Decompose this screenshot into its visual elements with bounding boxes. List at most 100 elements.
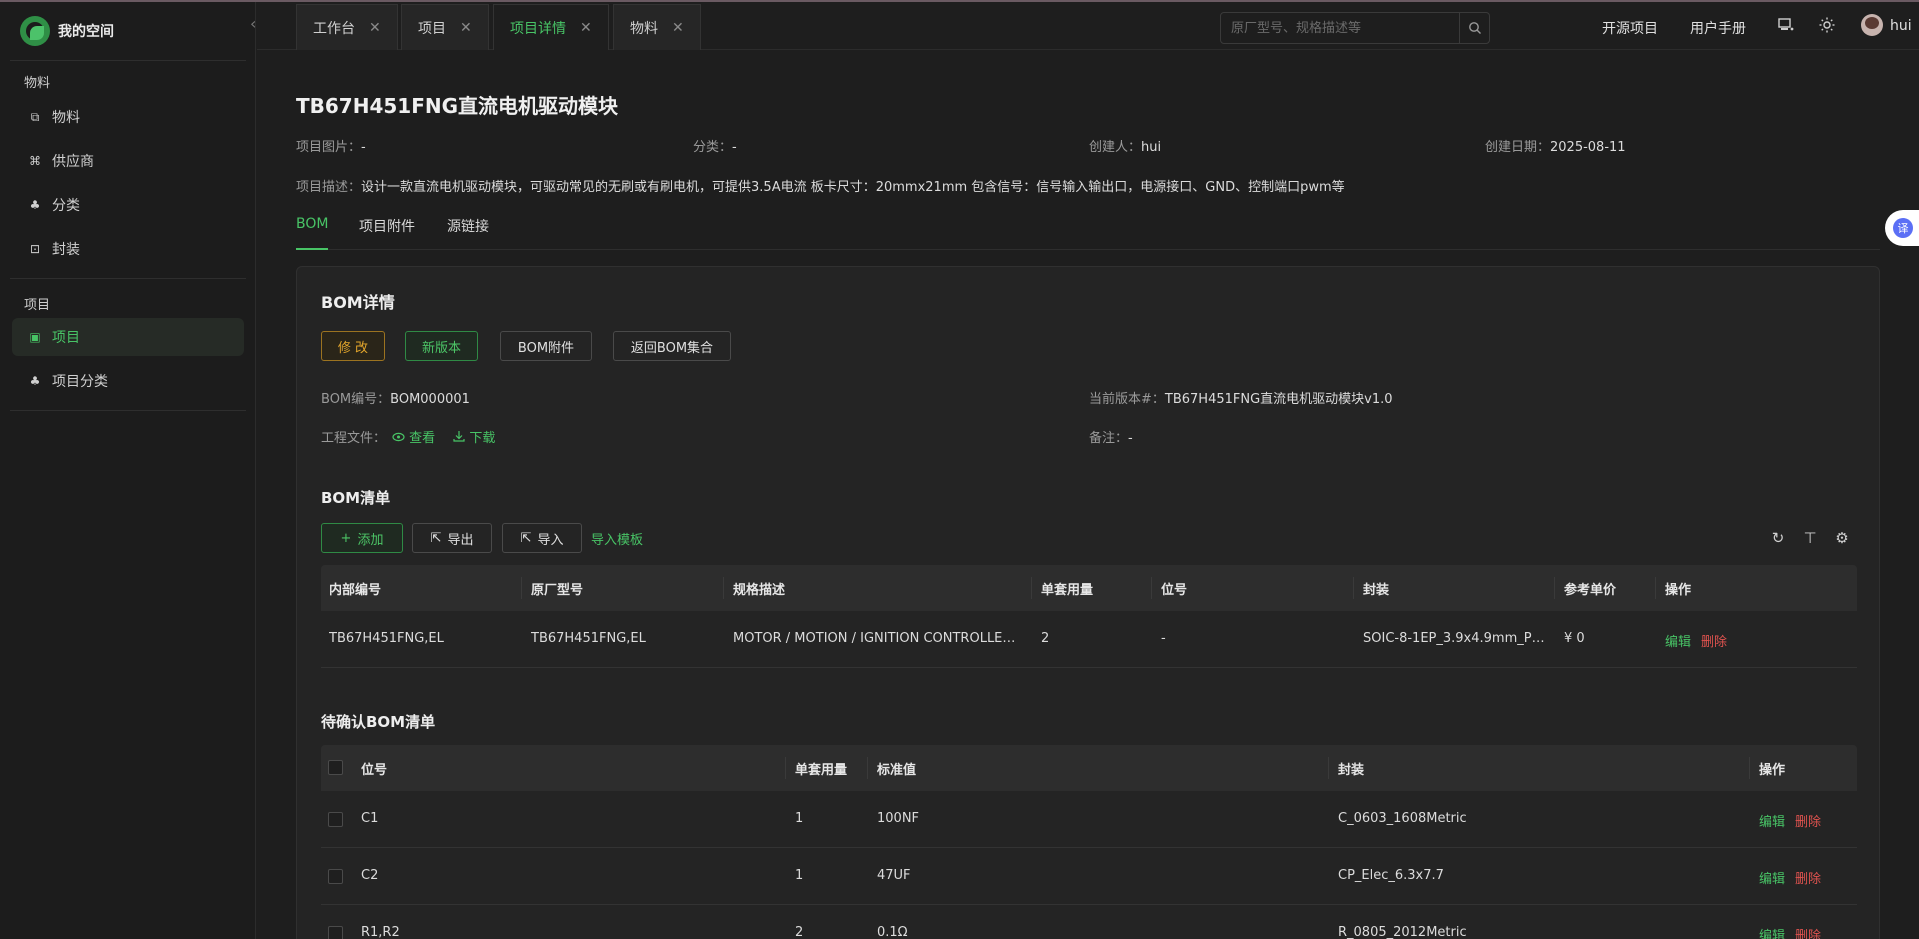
sidebar-item-supplier[interactable]: ⌘ 供应商	[12, 142, 244, 180]
edit-link[interactable]: 编辑	[1759, 925, 1785, 939]
delete-link[interactable]: 删除	[1795, 925, 1821, 939]
th-designator: 位号	[1161, 583, 1188, 598]
import-icon: ⇱	[520, 530, 532, 546]
column-height-icon[interactable]: ⊤	[1801, 529, 1819, 547]
close-icon[interactable]: ✕	[672, 20, 684, 36]
sidebar-collapse-icon[interactable]: ‹	[250, 14, 256, 33]
table-row: C1 1 100NF C_0603_1608Metric 编辑 删除	[321, 791, 1857, 848]
edit-bom-button[interactable]: 修 改	[321, 331, 385, 361]
tab-material[interactable]: 物料 ✕	[613, 4, 701, 50]
tab-project[interactable]: 项目 ✕	[401, 4, 489, 50]
cell-standard-value: 0.1Ω	[877, 925, 908, 939]
desc-key: 项目描述：	[296, 180, 362, 195]
th-actions: 操作	[1665, 583, 1692, 598]
cell-quantity: 1	[795, 868, 804, 883]
cell-package: C_0603_1608Metric	[1338, 811, 1467, 826]
column-separator	[1749, 757, 1750, 779]
cell-quantity: 2	[1041, 631, 1050, 646]
close-icon[interactable]: ✕	[580, 20, 592, 36]
internal-code-link[interactable]: TB67H451FNG,EL	[329, 631, 514, 646]
sidebar-item-category[interactable]: ♣ 分类	[12, 186, 244, 224]
copy-icon: ⧉	[30, 110, 40, 124]
close-icon[interactable]: ✕	[369, 20, 381, 36]
edit-link[interactable]: 编辑	[1665, 631, 1691, 650]
column-separator	[1655, 577, 1656, 599]
delete-link[interactable]: 删除	[1795, 811, 1821, 830]
row-checkbox[interactable]	[328, 812, 343, 827]
user-name[interactable]: hui	[1890, 18, 1912, 34]
sidebar-divider	[10, 410, 246, 411]
search-button[interactable]	[1459, 13, 1489, 43]
meta-key: 项目图片：	[296, 140, 362, 155]
tab-label: 项目	[418, 20, 446, 37]
bom-note-key: 备注：	[1089, 431, 1129, 446]
tab-source-links[interactable]: 源链接	[447, 216, 489, 250]
open-source-projects-link[interactable]: 开源项目	[1602, 18, 1658, 38]
bom-detail-title: BOM详情	[321, 293, 395, 312]
user-manual-link[interactable]: 用户手册	[1690, 18, 1746, 38]
add-label: 添加	[357, 532, 384, 548]
tab-bom[interactable]: BOM	[296, 216, 329, 250]
sidebar-divider	[10, 278, 246, 279]
download-label: 下载	[469, 431, 496, 446]
cell-spec: MOTOR / MOTION / IGNITION CONTROLLER...	[733, 631, 1023, 646]
download-files-link[interactable]: 下载	[453, 427, 495, 446]
bom-attachments-button[interactable]: BOM附件	[500, 331, 592, 361]
settings-gear-icon[interactable]: ⚙	[1833, 529, 1851, 547]
tab-label: 工作台	[313, 20, 355, 37]
row-checkbox[interactable]	[328, 869, 343, 884]
sidebar-item-project-category[interactable]: ♣ 项目分类	[12, 362, 244, 400]
sidebar-item-label: 项目	[52, 330, 80, 346]
close-icon[interactable]: ✕	[460, 20, 472, 36]
bom-version-value: TB67H451FNG直流电机驱动模块v1.0	[1164, 392, 1393, 407]
new-version-button[interactable]: 新版本	[405, 331, 478, 361]
sub-tabs: BOM 项目附件 源链接	[296, 216, 1880, 250]
cell-price: ¥ 0	[1564, 631, 1585, 646]
sidebar-item-project[interactable]: ▣ 项目	[12, 318, 244, 356]
import-button[interactable]: ⇱ 导入	[502, 523, 582, 553]
bom-code-key: BOM编号：	[321, 392, 391, 407]
sidebar-item-package[interactable]: ⊡ 封装	[12, 230, 244, 268]
tab-project-detail[interactable]: 项目详情 ✕	[493, 4, 609, 50]
desc-value: 设计一款直流电机驱动模块，可驱动常见的无刷或有刷电机，可提供3.5A电流 板卡尺…	[361, 180, 1345, 195]
back-to-bom-collection-button[interactable]: 返回BOM集合	[613, 331, 731, 361]
sidebar-item-material[interactable]: ⧉ 物料	[12, 98, 244, 136]
import-template-link[interactable]: 导入模板	[591, 529, 643, 548]
translate-float-button[interactable]: 译	[1885, 210, 1919, 246]
view-label: 查看	[409, 431, 436, 446]
search-input[interactable]	[1221, 13, 1459, 43]
sidebar-item-label: 封装	[52, 242, 80, 258]
sidebar-item-label: 分类	[52, 198, 80, 214]
meta-value: -	[732, 140, 737, 155]
delete-link[interactable]: 删除	[1701, 631, 1727, 650]
brand[interactable]: 我的空间	[20, 16, 114, 46]
add-bom-item-button[interactable]: + 添加	[321, 523, 403, 553]
export-button[interactable]: ⇱ 导出	[412, 523, 492, 553]
export-label: 导出	[447, 532, 474, 548]
cell-quantity: 1	[795, 811, 804, 826]
edit-link[interactable]: 编辑	[1759, 811, 1785, 830]
view-files-link[interactable]: 查看	[392, 427, 435, 446]
select-all-checkbox[interactable]	[328, 760, 343, 775]
screen-icon[interactable]	[1777, 16, 1795, 34]
edit-link[interactable]: 编辑	[1759, 868, 1785, 887]
column-separator	[723, 577, 724, 599]
cell-designator: R1,R2	[361, 925, 400, 939]
refresh-icon[interactable]: ↻	[1769, 529, 1787, 547]
meta-key: 创建人：	[1089, 140, 1142, 155]
sidebar-group-title-material: 物料	[24, 76, 51, 91]
theme-sun-icon[interactable]	[1818, 16, 1836, 34]
row-checkbox[interactable]	[328, 926, 343, 939]
tab-project-attachments[interactable]: 项目附件	[359, 216, 415, 250]
bom-note: 备注：-	[1089, 427, 1133, 446]
delete-link[interactable]: 删除	[1795, 868, 1821, 887]
th-unit-price: 参考单价	[1564, 583, 1617, 598]
column-separator	[867, 757, 868, 779]
sidebar-item-label: 项目分类	[52, 374, 108, 390]
cell-package: CP_Elec_6.3x7.7	[1338, 868, 1444, 883]
tab-workbench[interactable]: 工作台 ✕	[296, 4, 398, 50]
table-row: C2 1 47UF CP_Elec_6.3x7.7 编辑 删除	[321, 848, 1857, 905]
avatar[interactable]	[1861, 14, 1883, 36]
search-box	[1220, 12, 1490, 44]
column-separator	[1328, 757, 1329, 779]
